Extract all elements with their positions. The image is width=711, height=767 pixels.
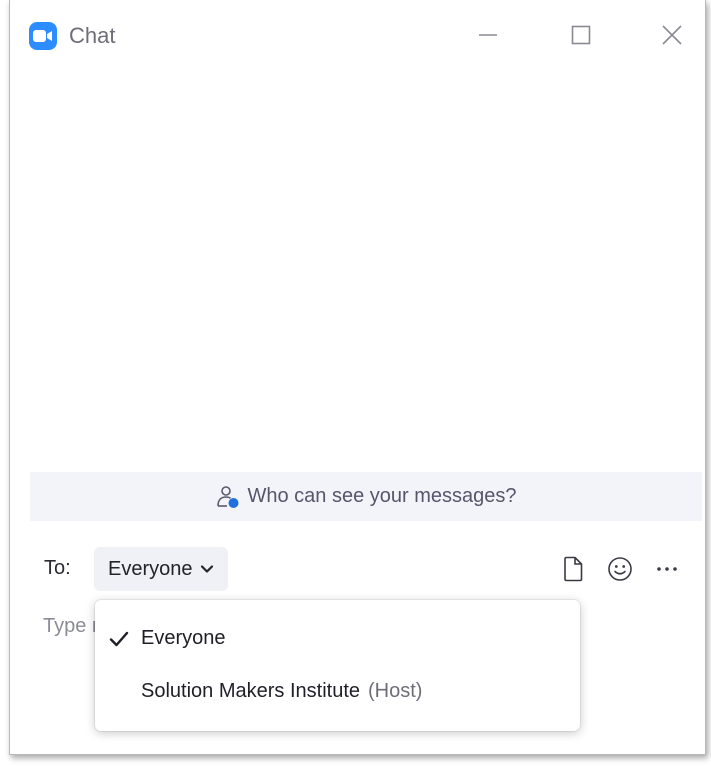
recipient-row: To: Everyone bbox=[30, 545, 691, 593]
participant-lock-icon bbox=[217, 485, 239, 508]
close-button[interactable] bbox=[651, 17, 693, 53]
zoom-camera-icon bbox=[29, 22, 57, 50]
recipient-dropdown-button[interactable]: Everyone bbox=[94, 547, 228, 591]
more-options-button[interactable] bbox=[653, 555, 681, 583]
checkmark-icon bbox=[109, 631, 129, 647]
recipient-option-label: Solution Makers Institute bbox=[141, 680, 360, 702]
recipient-option-host[interactable]: Solution Makers Institute (Host) bbox=[95, 667, 580, 717]
recipient-option-everyone[interactable]: Everyone bbox=[95, 614, 580, 664]
emoji-icon bbox=[608, 557, 632, 581]
file-button[interactable] bbox=[559, 555, 587, 583]
recipient-dropdown-menu: Everyone Solution Makers Institute (Host) bbox=[95, 600, 580, 731]
chevron-down-icon bbox=[200, 565, 213, 573]
minimize-button[interactable] bbox=[467, 17, 509, 53]
chat-window: Chat Who can see your messages? To: Ever… bbox=[9, 0, 706, 755]
privacy-banner[interactable]: Who can see your messages? bbox=[30, 472, 702, 521]
maximize-icon bbox=[571, 25, 591, 45]
file-icon bbox=[564, 556, 583, 582]
more-icon bbox=[657, 567, 677, 571]
host-tag: (Host) bbox=[368, 680, 423, 702]
emoji-button[interactable] bbox=[606, 555, 634, 583]
recipient-selected-label: Everyone bbox=[108, 557, 193, 580]
minimize-icon bbox=[479, 34, 497, 36]
to-label: To: bbox=[44, 557, 71, 579]
title-bar[interactable]: Chat bbox=[10, 0, 705, 70]
maximize-button[interactable] bbox=[560, 17, 602, 53]
message-list[interactable] bbox=[10, 70, 705, 470]
recipient-option-label: Everyone bbox=[141, 627, 226, 649]
window-title: Chat bbox=[69, 23, 116, 48]
privacy-banner-text: Who can see your messages? bbox=[247, 485, 517, 507]
close-icon bbox=[662, 25, 682, 45]
recipient-option-label-wrapper: Solution Makers Institute (Host) bbox=[141, 680, 422, 703]
